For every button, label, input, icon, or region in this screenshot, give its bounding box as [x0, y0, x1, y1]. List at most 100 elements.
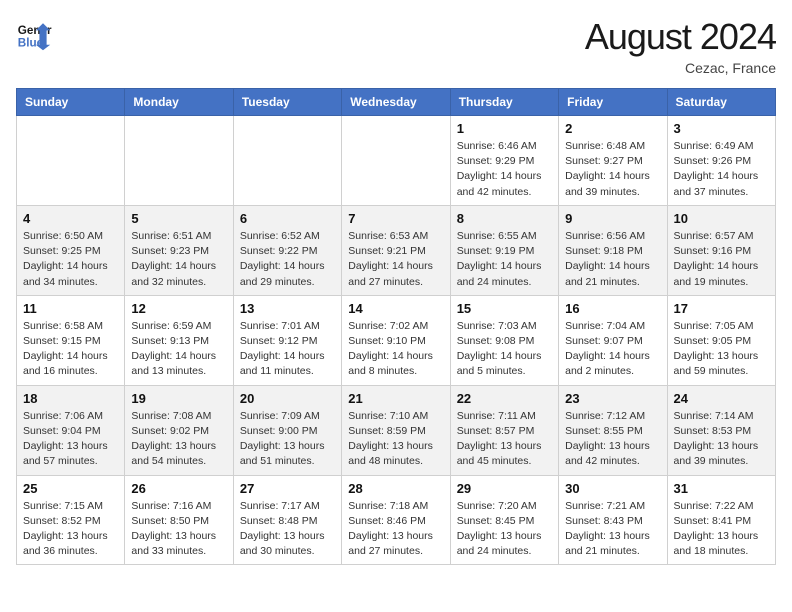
day-number: 6: [240, 211, 335, 226]
day-number: 10: [674, 211, 769, 226]
week-row-5: 25Sunrise: 7:15 AM Sunset: 8:52 PM Dayli…: [17, 475, 776, 565]
calendar-cell: 27 Sunrise: 7:17 AM Sunset: 8:48 PM Dayli…: [233, 475, 341, 565]
day-info: Sunrise: 7:11 AM Sunset: 8:57 PM Dayligh…: [457, 409, 552, 470]
calendar-cell: 17 Sunrise: 7:05 AM Sunset: 9:05 PM Dayli…: [667, 295, 775, 385]
header-sunday: Sunday: [17, 89, 125, 116]
day-number: 13: [240, 301, 335, 316]
calendar-cell: 15 Sunrise: 7:03 AM Sunset: 9:08 PM Dayli…: [450, 295, 558, 385]
calendar-cell: 28 Sunrise: 7:18 AM Sunset: 8:46 PM Dayli…: [342, 475, 450, 565]
day-number: 8: [457, 211, 552, 226]
day-info: Sunrise: 6:48 AM Sunset: 9:27 PM Dayligh…: [565, 139, 660, 200]
day-info: Sunrise: 7:04 AM Sunset: 9:07 PM Dayligh…: [565, 319, 660, 380]
day-number: 7: [348, 211, 443, 226]
calendar-cell: [233, 116, 341, 206]
calendar-cell: 14Sunrise: 7:02 AM Sunset: 9:10 PM Dayli…: [342, 295, 450, 385]
day-number: 21: [348, 391, 443, 406]
calendar-cell: 25Sunrise: 7:15 AM Sunset: 8:52 PM Dayli…: [17, 475, 125, 565]
calendar-cell: 31 Sunrise: 7:22 AM Sunset: 8:41 PM Dayli…: [667, 475, 775, 565]
calendar-cell: 30 Sunrise: 7:21 AM Sunset: 8:43 PM Dayli…: [559, 475, 667, 565]
day-info: Sunrise: 7:09 AM Sunset: 9:00 PM Dayligh…: [240, 409, 335, 470]
calendar-cell: 2 Sunrise: 6:48 AM Sunset: 9:27 PM Daylig…: [559, 116, 667, 206]
day-info: Sunrise: 7:05 AM Sunset: 9:05 PM Dayligh…: [674, 319, 769, 380]
header-monday: Monday: [125, 89, 233, 116]
calendar-cell: 4 Sunrise: 6:50 AM Sunset: 9:25 PM Daylig…: [17, 205, 125, 295]
day-number: 24: [674, 391, 769, 406]
week-row-1: 1Sunrise: 6:46 AM Sunset: 9:29 PM Daylig…: [17, 116, 776, 206]
calendar-cell: 23Sunrise: 7:12 AM Sunset: 8:55 PM Dayli…: [559, 385, 667, 475]
day-info: Sunrise: 6:49 AM Sunset: 9:26 PM Dayligh…: [674, 139, 769, 200]
day-number: 17: [674, 301, 769, 316]
calendar-cell: 29Sunrise: 7:20 AM Sunset: 8:45 PM Dayli…: [450, 475, 558, 565]
header-saturday: Saturday: [667, 89, 775, 116]
day-info: Sunrise: 7:12 AM Sunset: 8:55 PM Dayligh…: [565, 409, 660, 470]
week-row-3: 11 Sunrise: 6:58 AM Sunset: 9:15 PM Dayli…: [17, 295, 776, 385]
logo-icon: General Blue: [16, 16, 52, 52]
day-info: Sunrise: 7:06 AM Sunset: 9:04 PM Dayligh…: [23, 409, 118, 470]
day-number: 18: [23, 391, 118, 406]
day-number: 29: [457, 481, 552, 496]
day-number: 4: [23, 211, 118, 226]
day-number: 30: [565, 481, 660, 496]
day-number: 19: [131, 391, 226, 406]
day-info: Sunrise: 6:58 AM Sunset: 9:15 PM Dayligh…: [23, 319, 118, 380]
day-info: Sunrise: 6:55 AM Sunset: 9:19 PM Dayligh…: [457, 229, 552, 290]
calendar-table: SundayMondayTuesdayWednesdayThursdayFrid…: [16, 88, 776, 565]
header-thursday: Thursday: [450, 89, 558, 116]
calendar-cell: 8 Sunrise: 6:55 AM Sunset: 9:19 PM Daylig…: [450, 205, 558, 295]
week-row-2: 4 Sunrise: 6:50 AM Sunset: 9:25 PM Daylig…: [17, 205, 776, 295]
day-info: Sunrise: 7:01 AM Sunset: 9:12 PM Dayligh…: [240, 319, 335, 380]
calendar-cell: 20 Sunrise: 7:09 AM Sunset: 9:00 PM Dayli…: [233, 385, 341, 475]
day-info: Sunrise: 6:56 AM Sunset: 9:18 PM Dayligh…: [565, 229, 660, 290]
calendar-cell: 19Sunrise: 7:08 AM Sunset: 9:02 PM Dayli…: [125, 385, 233, 475]
calendar-cell: 10 Sunrise: 6:57 AM Sunset: 9:16 PM Dayli…: [667, 205, 775, 295]
day-number: 31: [674, 481, 769, 496]
week-row-4: 18 Sunrise: 7:06 AM Sunset: 9:04 PM Dayli…: [17, 385, 776, 475]
day-info: Sunrise: 7:21 AM Sunset: 8:43 PM Dayligh…: [565, 499, 660, 560]
day-number: 12: [131, 301, 226, 316]
day-number: 16: [565, 301, 660, 316]
day-number: 25: [23, 481, 118, 496]
header-friday: Friday: [559, 89, 667, 116]
day-number: 28: [348, 481, 443, 496]
title-area: August 2024 Cezac, France: [585, 16, 776, 76]
day-info: Sunrise: 6:50 AM Sunset: 9:25 PM Dayligh…: [23, 229, 118, 290]
day-number: 26: [131, 481, 226, 496]
calendar-cell: 18 Sunrise: 7:06 AM Sunset: 9:04 PM Dayli…: [17, 385, 125, 475]
day-number: 15: [457, 301, 552, 316]
day-number: 11: [23, 301, 118, 316]
day-number: 5: [131, 211, 226, 226]
day-info: Sunrise: 7:14 AM Sunset: 8:53 PM Dayligh…: [674, 409, 769, 470]
calendar-cell: 12Sunrise: 6:59 AM Sunset: 9:13 PM Dayli…: [125, 295, 233, 385]
day-number: 27: [240, 481, 335, 496]
calendar-cell: 7 Sunrise: 6:53 AM Sunset: 9:21 PM Daylig…: [342, 205, 450, 295]
day-number: 22: [457, 391, 552, 406]
calendar-cell: 3 Sunrise: 6:49 AM Sunset: 9:26 PM Daylig…: [667, 116, 775, 206]
calendar-cell: [342, 116, 450, 206]
calendar-cell: [17, 116, 125, 206]
calendar-cell: 21Sunrise: 7:10 AM Sunset: 8:59 PM Dayli…: [342, 385, 450, 475]
calendar-cell: 5 Sunrise: 6:51 AM Sunset: 9:23 PM Daylig…: [125, 205, 233, 295]
day-info: Sunrise: 6:57 AM Sunset: 9:16 PM Dayligh…: [674, 229, 769, 290]
day-info: Sunrise: 7:02 AM Sunset: 9:10 PM Dayligh…: [348, 319, 443, 380]
day-number: 9: [565, 211, 660, 226]
page-header: General Blue August 2024 Cezac, France: [16, 16, 776, 76]
day-info: Sunrise: 6:53 AM Sunset: 9:21 PM Dayligh…: [348, 229, 443, 290]
day-info: Sunrise: 7:03 AM Sunset: 9:08 PM Dayligh…: [457, 319, 552, 380]
day-number: 2: [565, 121, 660, 136]
header-tuesday: Tuesday: [233, 89, 341, 116]
calendar-header-row: SundayMondayTuesdayWednesdayThursdayFrid…: [17, 89, 776, 116]
day-number: 20: [240, 391, 335, 406]
location: Cezac, France: [585, 60, 776, 76]
day-number: 3: [674, 121, 769, 136]
svg-text:General: General: [18, 24, 52, 37]
day-info: Sunrise: 7:17 AM Sunset: 8:48 PM Dayligh…: [240, 499, 335, 560]
day-info: Sunrise: 7:22 AM Sunset: 8:41 PM Dayligh…: [674, 499, 769, 560]
calendar-cell: 1Sunrise: 6:46 AM Sunset: 9:29 PM Daylig…: [450, 116, 558, 206]
header-wednesday: Wednesday: [342, 89, 450, 116]
day-info: Sunrise: 7:16 AM Sunset: 8:50 PM Dayligh…: [131, 499, 226, 560]
calendar-cell: 22 Sunrise: 7:11 AM Sunset: 8:57 PM Dayli…: [450, 385, 558, 475]
day-info: Sunrise: 7:18 AM Sunset: 8:46 PM Dayligh…: [348, 499, 443, 560]
day-info: Sunrise: 6:51 AM Sunset: 9:23 PM Dayligh…: [131, 229, 226, 290]
day-info: Sunrise: 6:46 AM Sunset: 9:29 PM Dayligh…: [457, 139, 552, 200]
calendar-cell: 24 Sunrise: 7:14 AM Sunset: 8:53 PM Dayli…: [667, 385, 775, 475]
